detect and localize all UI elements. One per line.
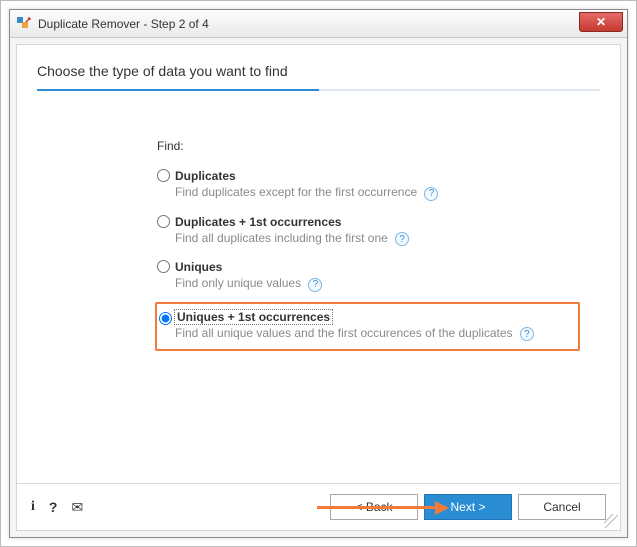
wizard-window: Duplicate Remover - Step 2 of 4 ✕ Choose… (9, 9, 628, 538)
mail-icon[interactable]: ✉ (71, 499, 83, 516)
step-progress-fill (37, 89, 319, 91)
close-button[interactable]: ✕ (579, 12, 623, 32)
radio-duplicates[interactable] (157, 169, 170, 182)
resize-grip[interactable] (604, 514, 618, 528)
page-heading: Choose the type of data you want to find (17, 45, 620, 89)
radio-uniques-first[interactable] (159, 312, 172, 325)
option-uniques[interactable]: Uniques Find only unique values ? (157, 256, 580, 302)
option-desc: Find only unique values ? (175, 276, 580, 292)
find-label: Find: (157, 139, 580, 153)
titlebar[interactable]: Duplicate Remover - Step 2 of 4 ✕ (10, 10, 627, 38)
option-title: Uniques (175, 260, 222, 274)
screenshot-frame: Duplicate Remover - Step 2 of 4 ✕ Choose… (0, 0, 637, 547)
close-icon: ✕ (596, 15, 606, 29)
window-title: Duplicate Remover - Step 2 of 4 (38, 17, 209, 31)
wizard-footer: i ? ✉ < Back Next > Cancel (17, 483, 620, 530)
option-desc: Find all duplicates including the first … (175, 231, 580, 247)
info-icon[interactable]: i (31, 499, 35, 515)
radio-uniques[interactable] (157, 260, 170, 273)
option-uniques-first[interactable]: Uniques + 1st occurrences Find all uniqu… (155, 302, 580, 352)
client-area: Choose the type of data you want to find… (16, 44, 621, 531)
help-icon[interactable]: ? (49, 499, 58, 515)
help-icon[interactable]: ? (308, 278, 322, 292)
app-icon (16, 16, 32, 32)
footer-icon-group: i ? ✉ (31, 499, 83, 516)
help-icon[interactable]: ? (395, 232, 409, 246)
option-duplicates-first[interactable]: Duplicates + 1st occurrences Find all du… (157, 211, 580, 257)
options-panel: Find: Duplicates Find duplicates except … (17, 99, 620, 483)
radio-duplicates-first[interactable] (157, 215, 170, 228)
help-icon[interactable]: ? (520, 327, 534, 341)
option-desc: Find all unique values and the first occ… (175, 326, 570, 342)
step-progress-track (37, 89, 600, 91)
option-title: Duplicates (175, 169, 236, 183)
option-duplicates[interactable]: Duplicates Find duplicates except for th… (157, 165, 580, 211)
annotation-arrow-next (317, 506, 447, 509)
help-icon[interactable]: ? (424, 187, 438, 201)
option-title: Uniques + 1st occurrences (175, 310, 332, 324)
cancel-button[interactable]: Cancel (518, 494, 606, 520)
option-title: Duplicates + 1st occurrences (175, 215, 341, 229)
option-desc: Find duplicates except for the first occ… (175, 185, 580, 201)
